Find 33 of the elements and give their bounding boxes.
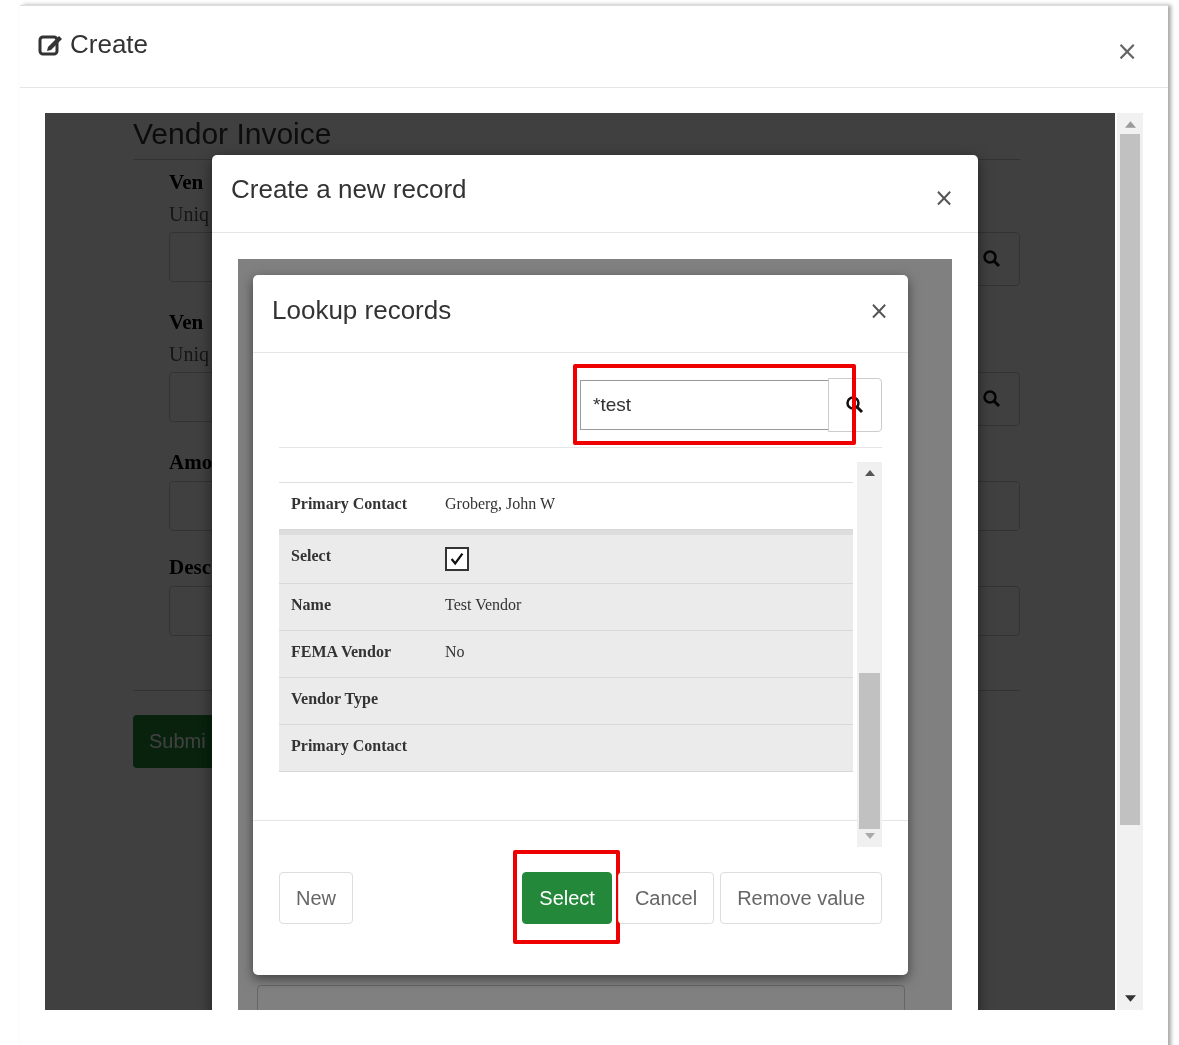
dialog-title: Lookup records [272,295,452,326]
scroll-down-icon[interactable] [1124,995,1136,1002]
close-button[interactable]: × [868,296,889,325]
dialog-button[interactable]: Cancel [617,872,715,924]
field-label: Desc [169,555,211,580]
scrollbar[interactable] [857,462,882,847]
dialog-button[interactable]: New [279,872,353,924]
field-label: Vendor Type [291,690,379,708]
field-label: Ven [169,170,204,195]
field-label: Ven [169,310,204,335]
field-label: Select [291,547,332,565]
scroll-up-icon[interactable] [864,470,875,476]
dialog-button[interactable]: Select [522,872,612,924]
dialog-title: Create a new record [231,174,467,205]
window-title: Create [70,29,149,60]
search-button[interactable] [828,378,882,432]
checkmark-icon [448,550,466,568]
field-label: FEMA Vendor [291,643,392,661]
close-button[interactable]: × [933,183,954,212]
search-icon [845,395,865,415]
record-row[interactable]: Select Name Test Vendor FEMA Vendor No Vendor Type Primary Contact [279,535,853,772]
dialog-button[interactable]: Remove value [720,872,882,924]
checkbox[interactable] [445,547,469,571]
field-value: No [445,643,465,661]
field-value: Groberg, John W [445,495,556,513]
close-button[interactable]: × [1116,35,1138,66]
search-field[interactable]: *test [580,380,828,430]
field-value: Test Vendor [445,596,522,614]
field-label: Primary Contact [291,495,408,513]
field-label: Primary Contact [291,737,408,755]
scrollbar[interactable] [1117,113,1143,1010]
field-label: Name [291,596,332,614]
field-label: Amo [169,450,213,475]
